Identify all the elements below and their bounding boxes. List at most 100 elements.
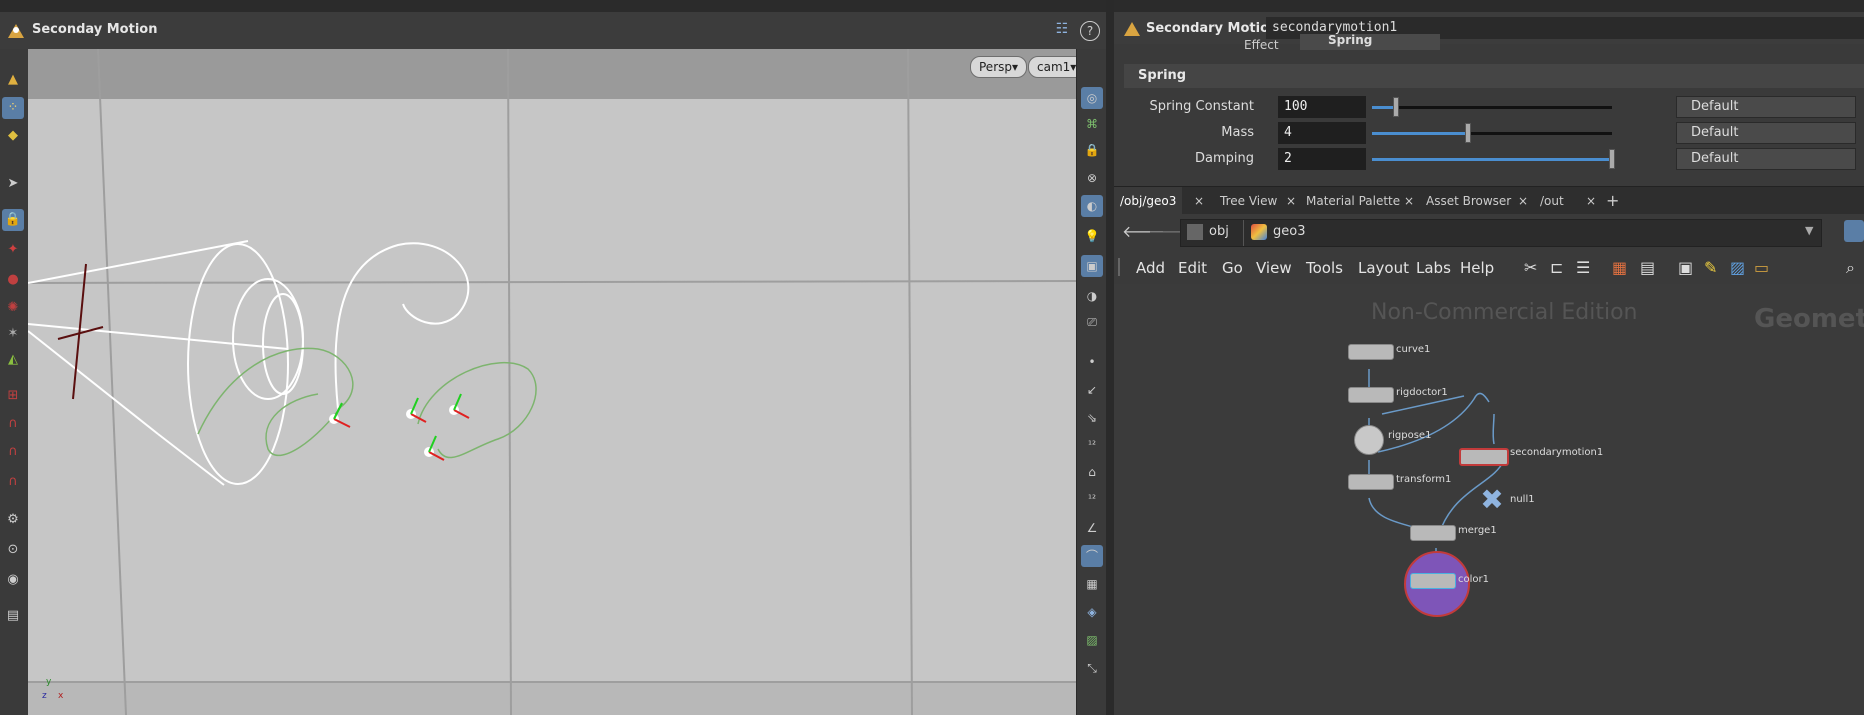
camera-icon[interactable]: ⎚: [1081, 311, 1103, 333]
cone-icon[interactable]: ▲: [2, 69, 24, 91]
network-editor[interactable]: Non-Commercial Edition Geomet curve1 rig…: [1114, 284, 1864, 715]
menu-go[interactable]: Go: [1222, 259, 1243, 277]
render-icon[interactable]: ▤: [2, 605, 24, 627]
point-icon[interactable]: •: [1081, 351, 1103, 373]
node-rigpose1[interactable]: [1354, 425, 1384, 455]
grid-colors-icon[interactable]: ▦: [1612, 258, 1627, 277]
menu-help[interactable]: Help: [1460, 259, 1494, 277]
node-rigdoctor1[interactable]: [1348, 387, 1394, 403]
menu-labs[interactable]: Labs: [1416, 259, 1451, 277]
spring-folder[interactable]: Spring: [1124, 64, 1864, 88]
param-default-menu[interactable]: Default: [1676, 96, 1856, 118]
menu-add[interactable]: Add: [1136, 259, 1165, 277]
point-number-icon[interactable]: ¹²: [1081, 435, 1103, 457]
scene-viewport[interactable]: y z x Persp▾ cam1▾: [28, 49, 1086, 715]
path-segment-obj[interactable]: obj: [1209, 224, 1229, 239]
pane-divider[interactable]: [1106, 0, 1114, 715]
angle-icon[interactable]: ∠: [1081, 517, 1103, 539]
slider-handle[interactable]: [1609, 149, 1615, 169]
param-value-field[interactable]: 2: [1278, 148, 1366, 170]
snap-grid-icon[interactable]: ⊞: [2, 385, 24, 407]
menu-layout[interactable]: Layout: [1358, 259, 1409, 277]
walk-icon[interactable]: ✶: [2, 323, 24, 345]
transform-tool-icon[interactable]: ⚙: [2, 509, 24, 531]
param-slider[interactable]: [1372, 106, 1612, 109]
effect-menu[interactable]: Spring: [1300, 34, 1440, 50]
path-segment-geo3[interactable]: geo3: [1273, 224, 1305, 239]
wireframe-icon[interactable]: ◐: [1081, 195, 1103, 217]
param-default-menu[interactable]: Default: [1676, 148, 1856, 170]
tab-close-icon[interactable]: ×: [1404, 187, 1414, 215]
prim-number-icon[interactable]: ¹²: [1081, 489, 1103, 511]
display-options-icon[interactable]: ☷: [1052, 21, 1072, 41]
network-box-icon[interactable]: ▣: [1678, 258, 1693, 277]
handle-icon[interactable]: ◭: [2, 349, 24, 371]
node-curve1[interactable]: [1348, 344, 1394, 360]
node-null1[interactable]: ✖: [1478, 486, 1506, 514]
background-icon[interactable]: ▣: [1081, 255, 1103, 277]
param-default-menu[interactable]: Default: [1676, 122, 1856, 144]
checker-icon[interactable]: ▦: [1081, 573, 1103, 595]
tab-close-icon[interactable]: ×: [1518, 187, 1528, 215]
pane-tabs: /obj/geo3 × Tree View × Material Palette…: [1114, 186, 1864, 215]
camera-tool-icon[interactable]: ◉: [2, 569, 24, 591]
magnet-point-icon[interactable]: ∩: [2, 441, 24, 463]
template-icon[interactable]: ⌘: [1081, 113, 1103, 135]
path-field[interactable]: obj geo3 ▼: [1180, 219, 1822, 247]
list-icon[interactable]: ☰: [1576, 258, 1590, 277]
joint-icon[interactable]: ●: [2, 269, 24, 291]
param-value-field[interactable]: 100: [1278, 96, 1366, 118]
normal-icon[interactable]: ↙: [1081, 379, 1103, 401]
tab-close-icon[interactable]: ×: [1194, 187, 1204, 215]
image-background-icon[interactable]: ▨: [1730, 258, 1745, 277]
image-icon[interactable]: ▨: [1081, 629, 1103, 651]
sticky-note-icon[interactable]: ✎: [1704, 258, 1717, 277]
lock-view-icon[interactable]: 🔒: [1081, 139, 1103, 161]
search-icon[interactable]: ⌕: [1846, 258, 1855, 278]
display-eye-icon[interactable]: ◎: [1081, 87, 1103, 109]
menu-view[interactable]: View: [1256, 259, 1292, 277]
tree-icon[interactable]: ⊏: [1550, 258, 1563, 277]
pin-pane-icon[interactable]: [1844, 220, 1864, 242]
tab-obj-geo3[interactable]: /obj/geo3: [1114, 187, 1183, 215]
tab-close-icon[interactable]: ×: [1586, 187, 1596, 215]
magnet-icon[interactable]: ∩: [2, 413, 24, 435]
slider-handle[interactable]: [1465, 123, 1471, 143]
view-mode-button[interactable]: Persp▾: [970, 56, 1028, 78]
help-icon[interactable]: ?: [1080, 21, 1100, 41]
capture-icon[interactable]: ⊙: [2, 539, 24, 561]
tab-material-palette[interactable]: Material Palette: [1300, 187, 1406, 215]
points-select-icon[interactable]: ⁘: [2, 97, 24, 119]
node-merge1[interactable]: [1410, 525, 1456, 541]
add-tab-icon[interactable]: +: [1606, 187, 1619, 215]
grid-view-icon[interactable]: ▤: [1640, 258, 1655, 277]
close-circle-icon[interactable]: ⊗: [1081, 167, 1103, 189]
tab-asset-browser[interactable]: Asset Browser: [1420, 187, 1517, 215]
node-color1[interactable]: [1410, 573, 1456, 589]
slider-handle[interactable]: [1393, 97, 1399, 117]
select-arrow-icon[interactable]: ➤: [2, 173, 24, 195]
link-icon[interactable]: ⤡: [1081, 657, 1103, 679]
pin-icon[interactable]: ⇘: [1081, 407, 1103, 429]
ghost-icon[interactable]: ◑: [1081, 285, 1103, 307]
brush-icon[interactable]: ⌂: [1081, 461, 1103, 483]
rig-icon[interactable]: ✺: [2, 297, 24, 319]
tab-close-icon[interactable]: ×: [1286, 187, 1296, 215]
menu-tools[interactable]: Tools: [1306, 259, 1343, 277]
palette-icon[interactable]: ▭: [1754, 258, 1769, 277]
primitive-select-icon[interactable]: ◆: [2, 125, 24, 147]
menu-edit[interactable]: Edit: [1178, 259, 1207, 277]
diamond-icon[interactable]: ◈: [1081, 601, 1103, 623]
light-bulb-icon[interactable]: 💡: [1081, 225, 1103, 247]
magnet-prim-icon[interactable]: ∩: [2, 471, 24, 493]
tab-out[interactable]: /out: [1534, 187, 1570, 215]
param-value-field[interactable]: 4: [1278, 122, 1366, 144]
node-secondarymotion1[interactable]: [1459, 448, 1509, 466]
bone-icon[interactable]: ✦: [2, 239, 24, 261]
curve-display-icon[interactable]: ⌒: [1081, 545, 1103, 567]
wrench-icon[interactable]: ✂: [1524, 258, 1537, 277]
tab-tree-view[interactable]: Tree View: [1214, 187, 1283, 215]
node-transform1[interactable]: [1348, 474, 1394, 490]
path-dropdown-icon[interactable]: ▼: [1805, 224, 1813, 237]
lock-icon[interactable]: 🔒: [2, 209, 24, 231]
